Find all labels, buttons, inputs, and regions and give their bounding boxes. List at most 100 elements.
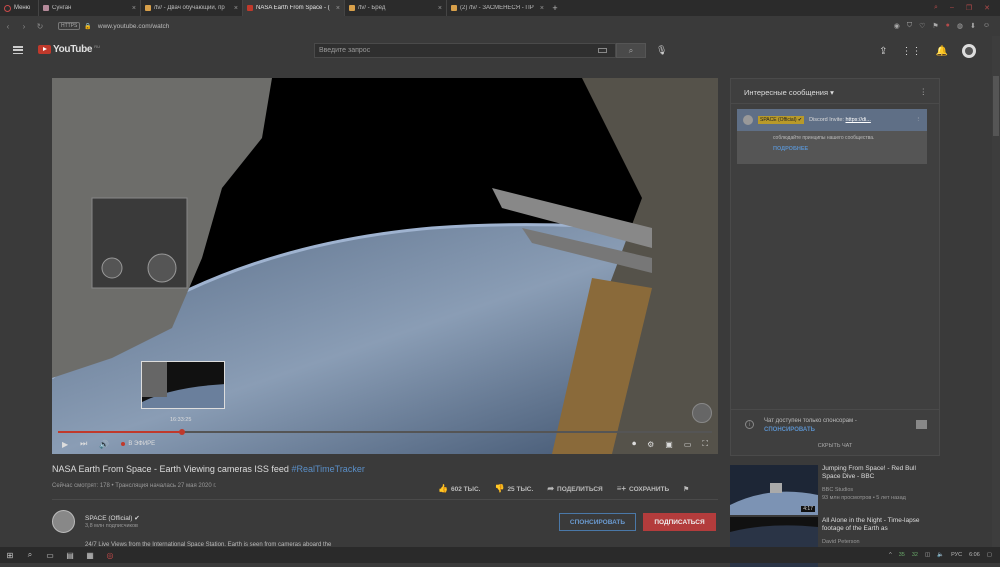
close-window-icon[interactable]: ✕	[984, 4, 990, 12]
language-indicator[interactable]: РУС	[951, 552, 962, 558]
sponsor-link[interactable]: СПОНСИРОВАТЬ	[764, 427, 815, 433]
hide-chat-button[interactable]: СКРЫТЬ ЧАТ	[731, 443, 939, 449]
lock-icon[interactable]: 🔒	[84, 23, 91, 30]
clock[interactable]: 6:06	[969, 552, 980, 558]
notifications-tray-icon[interactable]: ▢	[987, 552, 992, 558]
recommendation-channel[interactable]: David Peterson	[822, 539, 860, 545]
channel-name-text: SPACE (Official)	[85, 515, 133, 522]
minimize-icon[interactable]: –	[950, 4, 954, 12]
pinned-link[interactable]: https://di...	[845, 117, 870, 123]
owner-badge-text: SPACE (Official)	[760, 117, 797, 123]
adblock-icon[interactable]: ●	[946, 22, 950, 30]
autoplay-toggle[interactable]: ⏺	[632, 439, 636, 449]
upload-icon[interactable]: ⇪	[879, 46, 887, 57]
recommendation-channel[interactable]: BBC Studios	[822, 487, 853, 493]
search-input[interactable]: Введите запрос	[314, 43, 616, 58]
pinned-message-row[interactable]: SPACE (Official) ✔ Discord Invite: https…	[737, 109, 927, 131]
video-player[interactable]: 16:33:25 ▶ ⏭ 🔊 В ЭФИРЕ ⏺ ⚙ ▣ ▭ ⛶	[52, 78, 718, 454]
chat-menu-icon[interactable]: ⋮	[920, 87, 928, 96]
task-view-icon[interactable]: ▭	[40, 551, 60, 560]
windows-start-icon[interactable]: ⊞	[0, 551, 20, 560]
recommendation-title[interactable]: Jumping From Space! - Red Bull Space Div…	[822, 465, 932, 481]
page-scrollbar[interactable]	[992, 36, 1000, 547]
live-indicator[interactable]: В ЭФИРЕ	[121, 441, 155, 447]
browser-tab[interactable]: (2) /tv/ - ЗАСМЕНЕСЯ - ПР ×	[446, 0, 548, 16]
maximize-icon[interactable]: ❐	[966, 4, 972, 12]
camera-icon[interactable]: ◉	[894, 22, 900, 30]
volume-icon[interactable]: 🔊	[99, 440, 109, 449]
menu-icon[interactable]	[13, 46, 23, 54]
settings-icon[interactable]: ⚙	[647, 440, 654, 449]
tab-close-icon[interactable]: ×	[234, 5, 238, 12]
pinned-menu-icon[interactable]: ⋮	[916, 117, 922, 123]
shield-icon[interactable]: ⛉	[907, 22, 912, 30]
profile-icon[interactable]: ☺	[983, 22, 990, 30]
channel-watermark-icon[interactable]	[692, 403, 712, 423]
progress-bar[interactable]	[58, 429, 712, 435]
recommendation-thumbnail[interactable]: 4:17	[730, 465, 818, 515]
browser-tab[interactable]: /tv/ - Бред ×	[344, 0, 446, 16]
more-link[interactable]: ПОДРОБНЕЕ	[773, 146, 808, 152]
report-flag-icon[interactable]: ⚑	[683, 485, 689, 493]
https-badge[interactable]: HTTPS	[58, 22, 81, 30]
fullscreen-icon[interactable]: ⛶	[702, 439, 708, 449]
tab-close-icon[interactable]: ×	[438, 5, 442, 12]
file-manager-icon[interactable]: ▦	[80, 551, 100, 560]
recommendation-item[interactable]: 4:17 Jumping From Space! - Red Bull Spac…	[730, 465, 940, 515]
youtube-header: YouTube RU Введите запрос ⌕ 🎙 ⇪ ⋮⋮ 🔔	[0, 36, 1000, 66]
tab-close-icon[interactable]: ×	[336, 5, 340, 12]
forward-icon[interactable]: ›	[16, 22, 32, 31]
microphone-icon[interactable]: 🎙	[656, 45, 667, 56]
url-field[interactable]: www.youtube.com/watch	[98, 23, 170, 30]
tab-favicon-icon	[451, 5, 457, 11]
video-title: NASA Earth From Space - Earth Viewing ca…	[52, 464, 365, 474]
theater-icon[interactable]: ▭	[684, 440, 692, 449]
browser-tab[interactable]: Сунган ×	[38, 0, 140, 16]
new-tab-button[interactable]: +	[548, 3, 562, 13]
browser-tab[interactable]: /tv/ - Двач обучающий, пр ×	[140, 0, 242, 16]
tab-title: (2) /tv/ - ЗАСМЕНЕСЯ - ПР	[460, 5, 534, 11]
dislike-button[interactable]: 👎 25 ТЫС.	[494, 484, 533, 493]
share-button[interactable]: ➦ ПОДЕЛИТЬСЯ	[547, 484, 602, 493]
search-tabs-icon[interactable]: ⌕	[934, 4, 938, 12]
hashtag-link[interactable]: #RealTimeTracker	[291, 464, 364, 474]
reload-icon[interactable]: ↻	[32, 22, 48, 31]
opera-taskbar-icon[interactable]: ◎	[100, 551, 120, 560]
scrollbar-thumb[interactable]	[993, 76, 999, 136]
pinned-message: SPACE (Official) ✔ Discord Invite: https…	[737, 109, 927, 164]
search-icon[interactable]: ⌕	[20, 550, 40, 560]
next-icon[interactable]: ⏭	[80, 439, 87, 449]
save-button[interactable]: ≡+ СОХРАНИТЬ	[617, 484, 670, 493]
like-button[interactable]: 👍 602 ТЫС.	[438, 484, 480, 493]
vpn-icon[interactable]: ◍	[957, 22, 963, 30]
opera-menu-button[interactable]: Меню	[0, 0, 38, 16]
downloads-icon[interactable]: ⬇	[970, 22, 976, 30]
extensions-icon[interactable]: ⚑	[932, 22, 938, 30]
channel-name[interactable]: SPACE (Official) ✔	[85, 514, 140, 522]
avatar[interactable]	[962, 44, 976, 58]
explorer-icon[interactable]: ▤	[60, 551, 80, 560]
miniplayer-icon[interactable]: ▣	[665, 440, 673, 449]
volume-tray-icon[interactable]: 🔈	[937, 552, 944, 558]
chat-mode-dropdown[interactable]: Интересные сообщения ▾	[744, 88, 834, 97]
search-icon: ⌕	[628, 45, 634, 55]
apps-icon[interactable]: ⋮⋮	[902, 46, 922, 57]
super-chat-icon[interactable]	[916, 420, 927, 429]
tray-arrow-icon[interactable]: ^	[889, 552, 892, 558]
sponsor-button[interactable]: СПОНСИРОВАТЬ	[559, 513, 636, 531]
search-button[interactable]: ⌕	[616, 43, 646, 58]
network-icon[interactable]: ◫	[925, 552, 930, 558]
tab-close-icon[interactable]: ×	[540, 5, 544, 12]
keyboard-icon[interactable]	[598, 48, 607, 53]
recommendation-title[interactable]: All Alone in the Night - Time-lapse foot…	[822, 517, 932, 533]
heart-icon[interactable]: ♡	[919, 22, 925, 30]
channel-avatar[interactable]	[52, 510, 75, 533]
subscribe-button[interactable]: ПОДПИСАТЬСЯ	[643, 513, 716, 531]
youtube-logo[interactable]: YouTube RU	[38, 44, 100, 55]
back-icon[interactable]: ‹	[0, 22, 16, 31]
tab-title: NASA Earth From Space - (	[256, 5, 330, 11]
tab-close-icon[interactable]: ×	[132, 5, 136, 12]
notifications-icon[interactable]: 🔔	[936, 46, 948, 57]
browser-tab-active[interactable]: NASA Earth From Space - ( ×	[242, 0, 344, 16]
play-icon[interactable]: ▶	[62, 440, 68, 449]
